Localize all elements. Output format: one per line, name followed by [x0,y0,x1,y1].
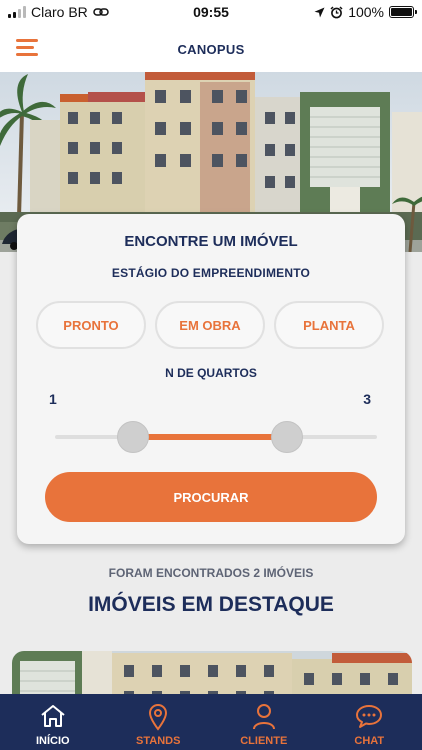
nav-label-cliente: CLIENTE [240,735,288,747]
nav-item-inicio[interactable]: INÍCIO [0,694,106,750]
bottom-navigation: INÍCIO STANDS CLIENTE CHAT [0,694,422,750]
status-bar-right: 100% [314,4,417,20]
search-card: ENCONTRE UM IMÓVEL ESTÁGIO DO EMPREENDIM… [17,214,405,544]
status-bar: Claro BR 09:55 100% [0,0,422,26]
slider-min-handle[interactable] [117,421,149,453]
battery-icon [389,6,417,18]
nav-item-chat[interactable]: CHAT [317,694,422,750]
results-count-text: FORAM ENCONTRADOS 2 IMÓVEIS [108,566,314,580]
location-arrow-icon [314,7,325,17]
nav-item-cliente[interactable]: CLIENTE [211,694,317,750]
hamburger-menu-icon[interactable] [16,38,38,56]
search-button[interactable]: PROCURAR [45,472,377,522]
map-pin-icon [149,704,168,731]
nav-label-stands: STANDS [136,735,181,747]
stage-em-obra-button[interactable]: EM OBRA [155,301,265,349]
featured-section-title: IMÓVEIS EM DESTAQUE [88,593,334,616]
chat-bubble-icon [356,705,383,728]
rooms-min-value: 1 [49,391,57,407]
battery-percentage: 100% [348,4,384,20]
page-title: CANOPUS [177,41,245,57]
stage-planta-button[interactable]: PLANTA [274,301,384,349]
search-card-title: ENCONTRE UM IMÓVEL [124,233,298,250]
nav-item-stands[interactable]: STANDS [106,694,212,750]
rooms-max-value: 3 [363,391,371,407]
alarm-clock-icon [330,5,343,18]
app-header: CANOPUS [0,26,422,72]
rooms-range-slider[interactable] [55,420,377,454]
slider-selected-range [133,434,287,440]
home-icon [41,705,65,727]
stage-label: ESTÁGIO DO EMPREENDIMENTO [111,266,311,280]
nav-label-inicio: INÍCIO [35,735,70,747]
slider-max-handle[interactable] [271,421,303,453]
rooms-label: N DE QUARTOS [165,366,257,380]
nav-label-chat: CHAT [354,735,385,747]
user-icon [252,704,275,730]
stage-pronto-button[interactable]: PRONTO [36,301,146,349]
